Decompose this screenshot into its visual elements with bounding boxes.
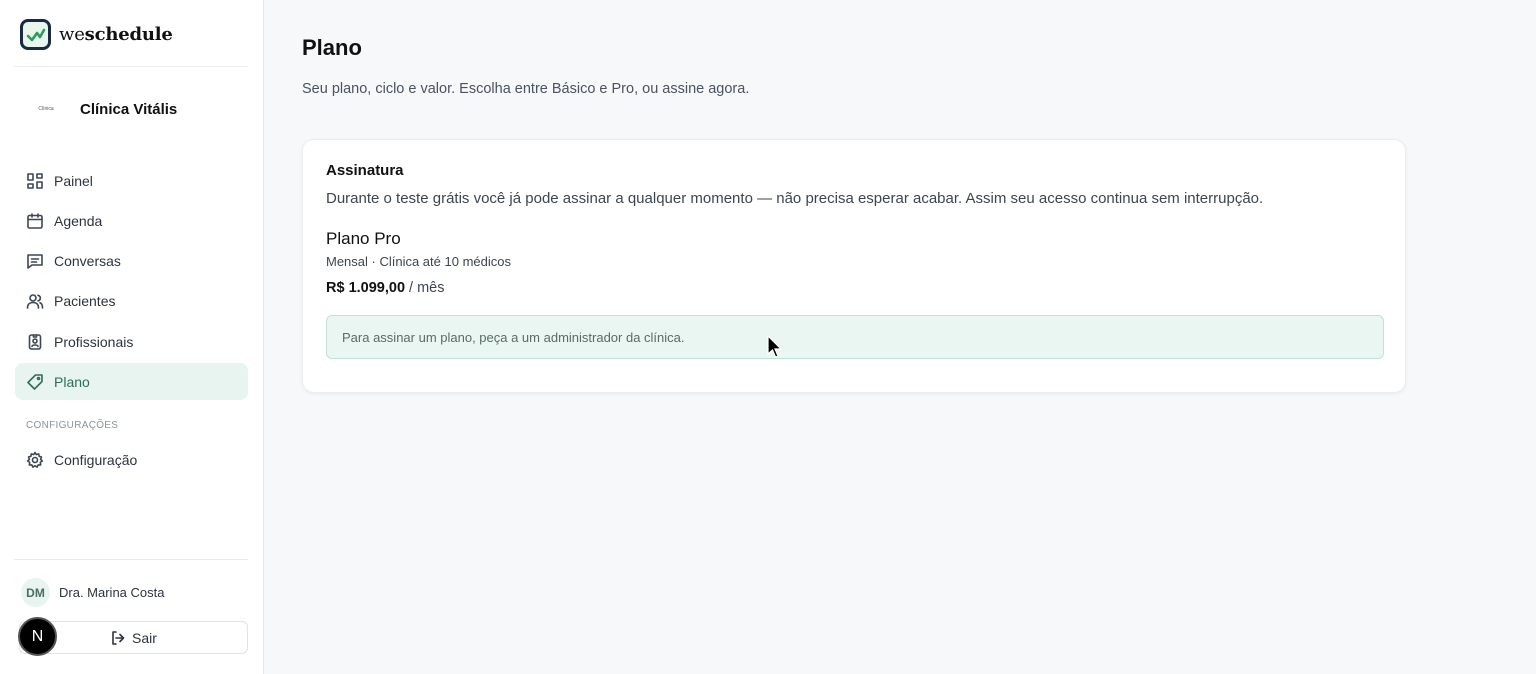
plan-name: Plano Pro bbox=[326, 229, 401, 248]
sidebar-nav: Painel Agenda Conversas Pacientes Profis… bbox=[15, 162, 248, 404]
page-title: Plano bbox=[302, 35, 362, 60]
admin-notice: Para assinar um plano, peça a um adminis… bbox=[326, 315, 1384, 359]
subscription-card: Assinatura Durante o teste grátis você j… bbox=[302, 139, 1406, 393]
sidebar-item-label: Agenda bbox=[54, 212, 103, 229]
sidebar-item-label: Pacientes bbox=[54, 293, 116, 310]
sidebar-item-label: Conversas bbox=[54, 253, 121, 270]
tag-icon bbox=[27, 374, 43, 390]
logout-icon bbox=[112, 630, 125, 645]
dashboard-icon bbox=[27, 172, 43, 189]
section-label-settings: CONFIGURAÇÕES bbox=[26, 420, 119, 431]
settings-nav: Configuração bbox=[15, 441, 248, 481]
sidebar-item-painel[interactable]: Painel bbox=[15, 162, 248, 199]
message-icon bbox=[27, 254, 43, 269]
gear-icon bbox=[26, 451, 44, 468]
dev-tools-badge[interactable]: N bbox=[18, 617, 57, 656]
badge-icon bbox=[28, 333, 42, 350]
logout-label: Sair bbox=[132, 629, 157, 646]
sidebar-item-label: Profissionais bbox=[54, 333, 134, 350]
plan-price: R$ 1.099,00 / mês bbox=[326, 280, 445, 296]
mouse-cursor-icon bbox=[767, 335, 783, 358]
avatar: DM bbox=[21, 578, 50, 607]
price-value: R$ 1.099,00 bbox=[326, 280, 406, 296]
sidebar-item-configuracao[interactable]: Configuração bbox=[15, 441, 248, 478]
sidebar-item-label: Configuração bbox=[54, 451, 138, 468]
sidebar-item-agenda[interactable]: Agenda bbox=[15, 202, 248, 239]
user-name: Dra. Marina Costa bbox=[59, 585, 165, 600]
sidebar: weschedule Clínica Clínica Vitális Paine… bbox=[0, 0, 264, 674]
plan-meta: Mensal · Clínica até 10 médicos bbox=[326, 254, 511, 269]
divider bbox=[14, 66, 248, 67]
page-subtitle: Seu plano, ciclo e valor. Escolha entre … bbox=[302, 81, 750, 97]
sidebar-item-pacientes[interactable]: Pacientes bbox=[15, 283, 248, 320]
user-profile[interactable]: DM Dra. Marina Costa bbox=[21, 578, 164, 607]
brand-name: weschedule bbox=[59, 24, 173, 45]
sidebar-item-label: Painel bbox=[54, 172, 93, 189]
sidebar-item-label: Plano bbox=[54, 373, 90, 390]
card-title: Assinatura bbox=[326, 162, 404, 179]
brand-logo-icon bbox=[20, 19, 51, 50]
clinic-switcher[interactable]: Clínica Clínica Vitális bbox=[26, 99, 177, 119]
calendar-icon bbox=[27, 212, 43, 229]
price-period: / mês bbox=[409, 280, 445, 296]
clinic-logo: Clínica bbox=[38, 106, 54, 112]
users-icon bbox=[26, 294, 44, 310]
card-description: Durante o teste grátis você já pode assi… bbox=[326, 190, 1264, 207]
sidebar-item-plano[interactable]: Plano bbox=[15, 363, 248, 401]
brand[interactable]: weschedule bbox=[20, 19, 173, 50]
sidebar-item-conversas[interactable]: Conversas bbox=[15, 243, 248, 280]
clinic-name: Clínica Vitális bbox=[80, 100, 178, 118]
sidebar-item-profissionais[interactable]: Profissionais bbox=[15, 323, 248, 360]
divider bbox=[14, 559, 248, 560]
